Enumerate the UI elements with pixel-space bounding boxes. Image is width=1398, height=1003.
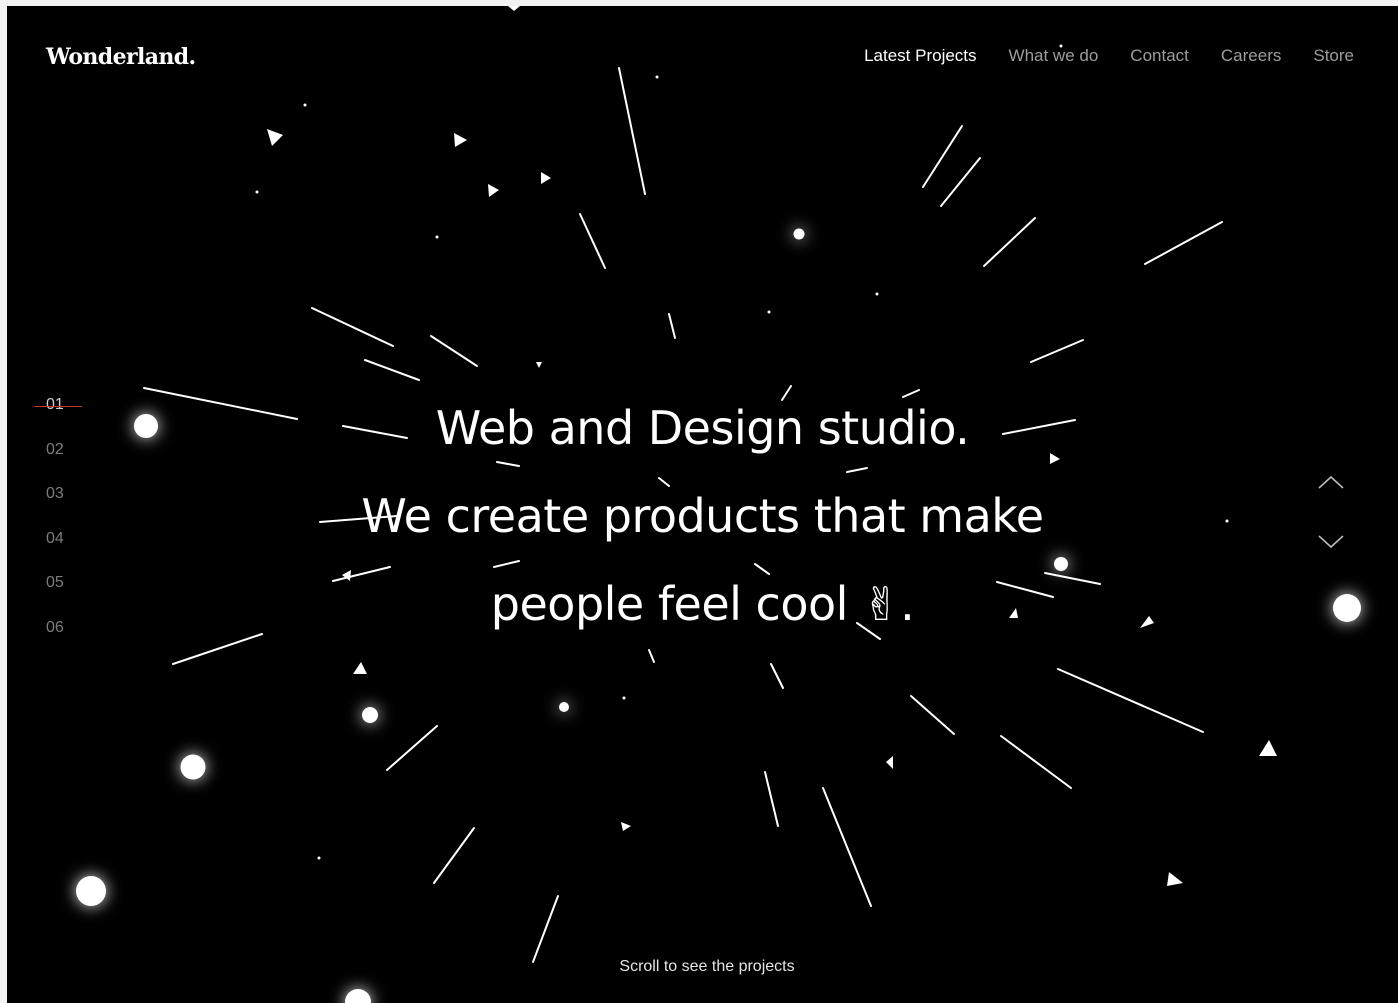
chevron-down-icon[interactable] [1316, 526, 1346, 556]
particle-dot [76, 876, 106, 906]
particle-streak [386, 725, 438, 771]
particle-streak [922, 125, 963, 188]
pager-item-06[interactable]: 06 [46, 619, 64, 664]
hero-line-2: We create products that make [361, 489, 1044, 543]
hero-line-1: Web and Design studio. [435, 401, 970, 455]
particle-triangle [508, 6, 520, 11]
particle-streak [1030, 339, 1084, 363]
particle-dot [345, 989, 371, 1003]
hero-headline: Web and Design studio. We create product… [7, 384, 1398, 648]
particle-triangle [353, 662, 367, 674]
particle-streak [822, 787, 872, 907]
particle-dot [180, 754, 206, 780]
particle-streak [648, 649, 655, 663]
main-nav: Latest Projects What we do Contact Caree… [864, 46, 1354, 66]
particle-streak [1144, 221, 1223, 265]
particle-triangle [1259, 740, 1277, 756]
particle-triangle [1167, 872, 1183, 886]
particle-streak [1057, 668, 1204, 733]
particle-triangle [621, 822, 631, 831]
slide-arrows [1316, 468, 1346, 556]
particle-speck [622, 696, 626, 700]
particle-triangle [267, 129, 283, 146]
particle-speck [317, 856, 321, 860]
particle-triangle [454, 133, 467, 147]
nav-item-careers[interactable]: Careers [1221, 46, 1281, 66]
pager-item-01[interactable]: 01 [34, 396, 82, 441]
particle-streak [668, 313, 676, 339]
hero-line-3: people feel cool ✌. [490, 577, 915, 631]
particle-speck [655, 75, 659, 79]
particle-streak [311, 307, 394, 347]
particle-dot [362, 707, 378, 723]
particle-streak [1000, 735, 1072, 789]
pager-item-02[interactable]: 02 [46, 441, 64, 486]
particle-speck [303, 103, 307, 107]
particle-streak [910, 695, 955, 735]
particle-triangle [536, 362, 542, 368]
nav-item-latest-projects[interactable]: Latest Projects [864, 46, 976, 66]
particle-streak [983, 217, 1036, 267]
nav-item-what-we-do[interactable]: What we do [1009, 46, 1099, 66]
pager-item-04[interactable]: 04 [46, 530, 64, 575]
particle-streak [770, 663, 784, 689]
particle-streak [579, 213, 606, 269]
nav-item-contact[interactable]: Contact [1130, 46, 1189, 66]
nav-item-store[interactable]: Store [1313, 46, 1354, 66]
hero-section: Wonderland. Latest Projects What we do C… [7, 6, 1398, 1003]
chevron-up-icon[interactable] [1316, 468, 1346, 498]
particle-speck [435, 235, 439, 239]
particle-dot [559, 702, 569, 712]
particle-speck [875, 292, 879, 296]
pager-item-05[interactable]: 05 [46, 574, 64, 619]
particle-triangle [488, 184, 499, 197]
particle-streak [364, 359, 420, 381]
particle-streak [433, 827, 475, 884]
pager-item-03[interactable]: 03 [46, 485, 64, 530]
scroll-hint[interactable]: Scroll to see the projects [7, 958, 1398, 976]
particle-triangle [886, 756, 893, 769]
particle-streak [764, 771, 779, 827]
particle-streak [532, 895, 559, 963]
particle-dot [793, 228, 805, 240]
particle-triangle [541, 172, 551, 184]
particle-speck [767, 310, 771, 314]
particle-streak [940, 157, 981, 207]
particle-speck [255, 190, 259, 194]
particle-streak [618, 67, 646, 195]
brand-logo[interactable]: Wonderland. [46, 44, 196, 70]
particle-streak [430, 335, 478, 367]
slide-pager: 01 02 03 04 05 06 [34, 396, 82, 664]
